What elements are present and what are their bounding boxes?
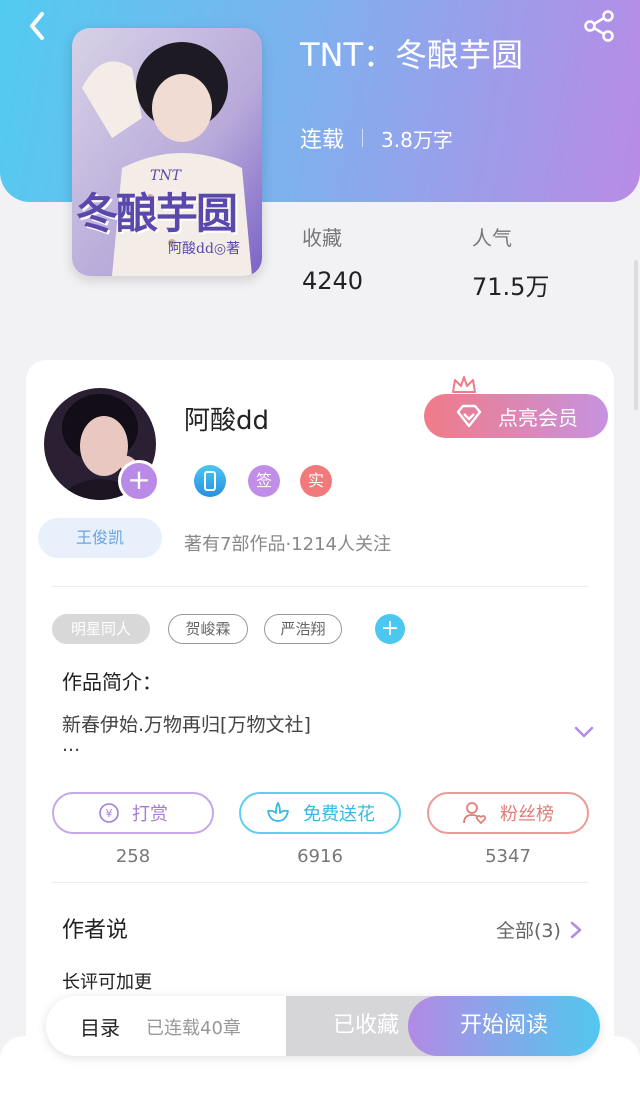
popularity-count: 71.5万 [472,273,550,301]
scrollbar[interactable] [634,260,638,410]
book-title: TNT：冬酿芋圆 [300,36,524,74]
reward-button[interactable]: ¥ 打赏 [52,792,214,834]
cover-author: 阿酸dd◎著 [168,241,241,257]
cover-title: 冬酿芋圆 [76,189,238,238]
user-heart-icon [463,802,487,825]
fan-tag: 王俊凯 [38,518,162,558]
intro-ellipsis: ... [62,734,81,756]
flower-icon [267,802,289,822]
popularity-label: 人气 [472,226,512,250]
divider [52,586,588,587]
popularity-stat: 人气 71.5万 [472,222,549,302]
works-summary: 著有7部作品·1214人关注 [184,534,391,555]
serial-status: 连载 [300,128,345,153]
svg-text:¥: ¥ [106,807,113,820]
fan-count: 5347 [485,846,531,867]
author-name[interactable]: 阿酸dd [184,400,269,437]
reward-count: 258 [115,846,151,867]
book-status-row: 连载 3.8万字 [300,122,453,154]
vip-button-label: 点亮会员 [498,405,578,430]
signed-author-badge: 签 [248,465,280,497]
vip-button[interactable]: 点亮会员 [424,394,608,438]
real-name-badge: 实 [300,465,332,497]
tag-character-2[interactable]: 严浩翔 [264,614,342,644]
back-button[interactable] [18,6,62,46]
word-count: 3.8万字 [381,127,453,152]
toc-button[interactable]: 目录 [80,1012,120,1041]
book-cover[interactable]: TNT 冬酿芋圆 阿酸dd◎著 [72,28,262,276]
tag-category[interactable]: 明星同人 [52,614,150,644]
crown-icon [452,376,476,393]
collect-count: 4240 [302,267,364,295]
add-tag-button[interactable]: + [375,614,405,644]
chevron-down-icon[interactable] [572,722,596,742]
tag-character-1[interactable]: 贺峻霖 [168,614,248,644]
diamond-icon [456,404,482,428]
fan-ranking-label: 粉丝榜 [500,804,554,825]
collect-label: 收藏 [302,226,342,250]
author-post-preview[interactable]: 长评可加更 [62,968,152,994]
divider [52,882,588,883]
chevron-right-icon [570,921,582,938]
collect-stat: 收藏 4240 [302,222,363,295]
chapter-count: 已连载40章 [146,1018,241,1039]
bottom-action-bar: 目录 已连载40章 已收藏 开始阅读 [46,996,600,1056]
view-all-button[interactable]: 全部(3) [496,916,583,943]
send-flower-label: 免费送花 [303,804,375,825]
send-flower-button[interactable]: 免费送花 [239,792,401,834]
share-icon [584,10,614,42]
phone-verified-icon [194,465,226,497]
intro-text: 新春伊始.万物再归[万物文社] [62,714,311,736]
author-says-title: 作者说 [62,918,129,943]
start-reading-button[interactable]: 开始阅读 [408,996,600,1056]
intro-title: 作品简介： [62,670,162,694]
reward-label: 打赏 [132,804,168,825]
chevron-left-icon [30,12,44,40]
view-all-label: 全部(3) [496,920,561,942]
yen-icon: ¥ [99,803,119,823]
follow-author-button[interactable]: + [118,460,160,502]
share-button[interactable] [578,6,622,46]
fan-ranking-button[interactable]: 粉丝榜 [427,792,589,834]
divider [362,129,364,147]
flower-count: 6916 [297,846,343,867]
